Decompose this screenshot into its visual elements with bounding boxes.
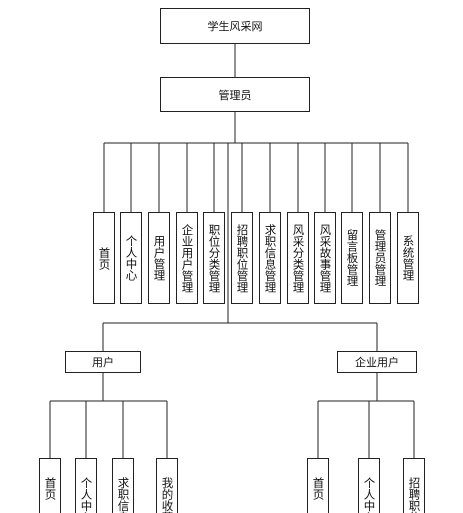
user-module-2: 求职信息 xyxy=(112,458,134,513)
user-module-3: 我的收藏 xyxy=(156,458,178,513)
admin-module-10: 管理员管理 xyxy=(369,212,391,304)
root-node: 学生风采网 xyxy=(160,8,310,44)
company-module-1: 个人中心 xyxy=(358,458,380,513)
admin-module-7: 风采分类管理 xyxy=(287,212,309,304)
admin-module-6: 求职信息管理 xyxy=(259,212,281,304)
company-module-0: 首页 xyxy=(307,458,329,513)
company-module-2: 招聘职位 xyxy=(403,458,425,513)
user-module-1: 个人中心 xyxy=(75,458,97,513)
admin-module-3: 企业用户管理 xyxy=(176,212,198,304)
user-node: 用户 xyxy=(65,351,141,373)
company-node: 企业用户 xyxy=(337,351,417,373)
user-module-0: 首页 xyxy=(39,458,61,513)
admin-module-9: 留言板管理 xyxy=(341,212,363,304)
admin-module-2: 用户管理 xyxy=(148,212,170,304)
admin-module-5: 招聘职位管理 xyxy=(231,212,253,304)
admin-module-8: 风采故事管理 xyxy=(314,212,336,304)
system-structure-diagram: 学生风采网 管理员 首页 个人中心 用户管理 企业用户管理 职位分类管理 招聘职位管理 求职… xyxy=(0,0,463,513)
admin-module-1: 个人中心 xyxy=(120,212,142,304)
admin-module-11: 系统管理 xyxy=(397,212,419,304)
admin-module-0: 首页 xyxy=(93,212,115,304)
admin-module-4: 职位分类管理 xyxy=(203,212,225,304)
admin-node: 管理员 xyxy=(160,77,310,112)
